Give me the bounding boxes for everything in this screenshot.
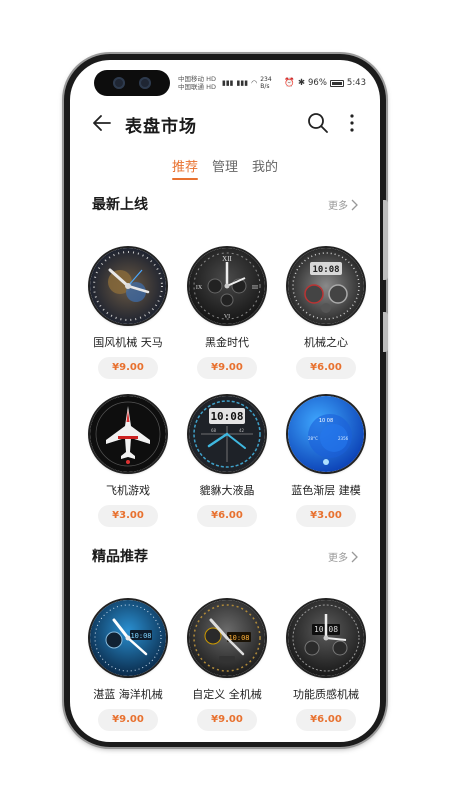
section-title-new: 最新上线	[92, 197, 148, 213]
battery-percent: 96%	[308, 78, 327, 88]
watch-name: 蓝色渐层 建模	[291, 484, 361, 497]
price-button[interactable]: ¥3.00	[296, 505, 356, 527]
svg-text:28°C: 28°C	[308, 436, 318, 441]
volume-button	[383, 200, 388, 280]
section-more-new[interactable]: 更多	[328, 197, 358, 212]
watch-face-image: 10:08 68 42	[189, 396, 265, 472]
header: 表盘市场	[70, 108, 380, 138]
watch-card[interactable]: 国风机械 天马 ¥9.00	[78, 248, 174, 379]
svg-text:68: 68	[211, 428, 217, 433]
chevron-right-icon	[351, 551, 358, 562]
watch-name: 自定义 全机械	[192, 688, 262, 701]
watch-face-image: 10 08 28°C 2356	[288, 396, 364, 472]
watch-name: 功能质感机械	[293, 688, 359, 701]
bluetooth-icon: ✱	[297, 78, 305, 88]
watch-name: 飞机游戏	[106, 484, 150, 497]
search-icon[interactable]	[306, 111, 330, 135]
screen: 中国移动 HD 中国联通 HD ▮▮▮ ▮▮▮ ◠ 234 B/s ⏰ ✱ 96…	[70, 60, 380, 742]
carrier-labels: 中国移动 HD 中国联通 HD	[178, 75, 216, 91]
section-title-featured: 精品推荐	[92, 549, 148, 565]
wifi-icon: ◠	[251, 79, 258, 87]
svg-text:10 08: 10 08	[319, 418, 333, 424]
tab-manage[interactable]: 管理	[212, 156, 238, 180]
watch-name: 国风机械 天马	[93, 336, 163, 349]
watch-name: 机械之心	[304, 336, 348, 349]
camera-cutout	[94, 70, 170, 96]
more-vertical-icon[interactable]	[346, 111, 358, 135]
svg-text:10:08: 10:08	[228, 634, 249, 642]
power-button	[383, 312, 388, 352]
price-button[interactable]: ¥6.00	[296, 709, 356, 731]
tab-bar: 推荐 管理 我的	[70, 156, 380, 182]
watch-face-image: 10:08	[288, 600, 364, 676]
watch-card[interactable]: 10 08 28°C 2356 蓝色渐层 建模 ¥3.00	[276, 396, 372, 527]
clock: 5:43	[346, 78, 366, 88]
section-more-featured[interactable]: 更多	[328, 549, 358, 564]
carrier-1: 中国移动 HD	[178, 75, 216, 83]
svg-text:10:08: 10:08	[312, 265, 339, 275]
tab-recommend[interactable]: 推荐	[171, 156, 198, 180]
watch-face-image	[90, 248, 166, 324]
price-button[interactable]: ¥9.00	[98, 357, 158, 379]
price-button[interactable]: ¥9.00	[197, 357, 257, 379]
svg-text:10:08: 10:08	[130, 632, 151, 640]
watch-name: 黑金时代	[205, 336, 249, 349]
net-speed: 234 B/s	[260, 76, 272, 90]
price-button[interactable]: ¥3.00	[98, 505, 158, 527]
back-arrow-icon[interactable]	[90, 111, 114, 135]
svg-text:10:08: 10:08	[210, 410, 243, 423]
svg-text:VI: VI	[224, 314, 230, 320]
status-bar: 中国移动 HD 中国联通 HD ▮▮▮ ▮▮▮ ◠ 234 B/s ⏰ ✱ 96…	[178, 73, 366, 93]
watch-face-image: 10:08	[288, 248, 364, 324]
watch-face-image: 10:08	[90, 600, 166, 676]
price-button[interactable]: ¥6.00	[197, 505, 257, 527]
watch-name: 貔貅大液晶	[199, 484, 255, 497]
svg-text:42: 42	[239, 428, 245, 433]
svg-text:2356: 2356	[338, 436, 349, 441]
page-title: 表盘市场	[125, 117, 197, 137]
watch-card[interactable]: XII III IX VI 黑金时代 ¥9.00	[177, 248, 273, 379]
signal-icons: ▮▮▮ ▮▮▮ ◠ 234 B/s	[222, 76, 272, 90]
svg-text:III: III	[252, 285, 258, 291]
watch-face-image: XII III IX VI	[189, 248, 265, 324]
watch-face-image	[90, 396, 166, 472]
watch-name: 湛蓝 海洋机械	[93, 688, 163, 701]
tab-mine[interactable]: 我的	[252, 156, 278, 180]
price-button[interactable]: ¥9.00	[197, 709, 257, 731]
signal-icon-2: ▮▮▮	[236, 79, 249, 87]
watch-card[interactable]: 10:08 机械之心 ¥6.00	[276, 248, 372, 379]
more-label: 更多	[328, 553, 348, 564]
chevron-right-icon	[351, 199, 358, 210]
watch-card[interactable]: 飞机游戏 ¥3.00	[78, 396, 174, 527]
watch-card[interactable]: 10:08 功能质感机械 ¥6.00	[276, 600, 372, 731]
watch-card[interactable]: 10:08 68 42 貔貅大液晶 ¥6.00	[177, 396, 273, 527]
carrier-2: 中国联通 HD	[178, 83, 216, 91]
price-button[interactable]: ¥9.00	[98, 709, 158, 731]
watch-face-image: 10:08	[189, 600, 265, 676]
status-right: ⏰ ✱ 96% 5:43	[284, 78, 366, 88]
price-button[interactable]: ¥6.00	[296, 357, 356, 379]
watch-card[interactable]: 10:08 湛蓝 海洋机械 ¥9.00	[78, 600, 174, 731]
svg-text:XII: XII	[222, 255, 232, 263]
more-label: 更多	[328, 201, 348, 212]
battery-icon	[329, 79, 344, 87]
svg-text:IX: IX	[196, 285, 203, 291]
signal-icon: ▮▮▮	[221, 79, 234, 87]
alarm-icon: ⏰	[284, 78, 295, 88]
watch-card[interactable]: 10:08 自定义 全机械 ¥9.00	[177, 600, 273, 731]
